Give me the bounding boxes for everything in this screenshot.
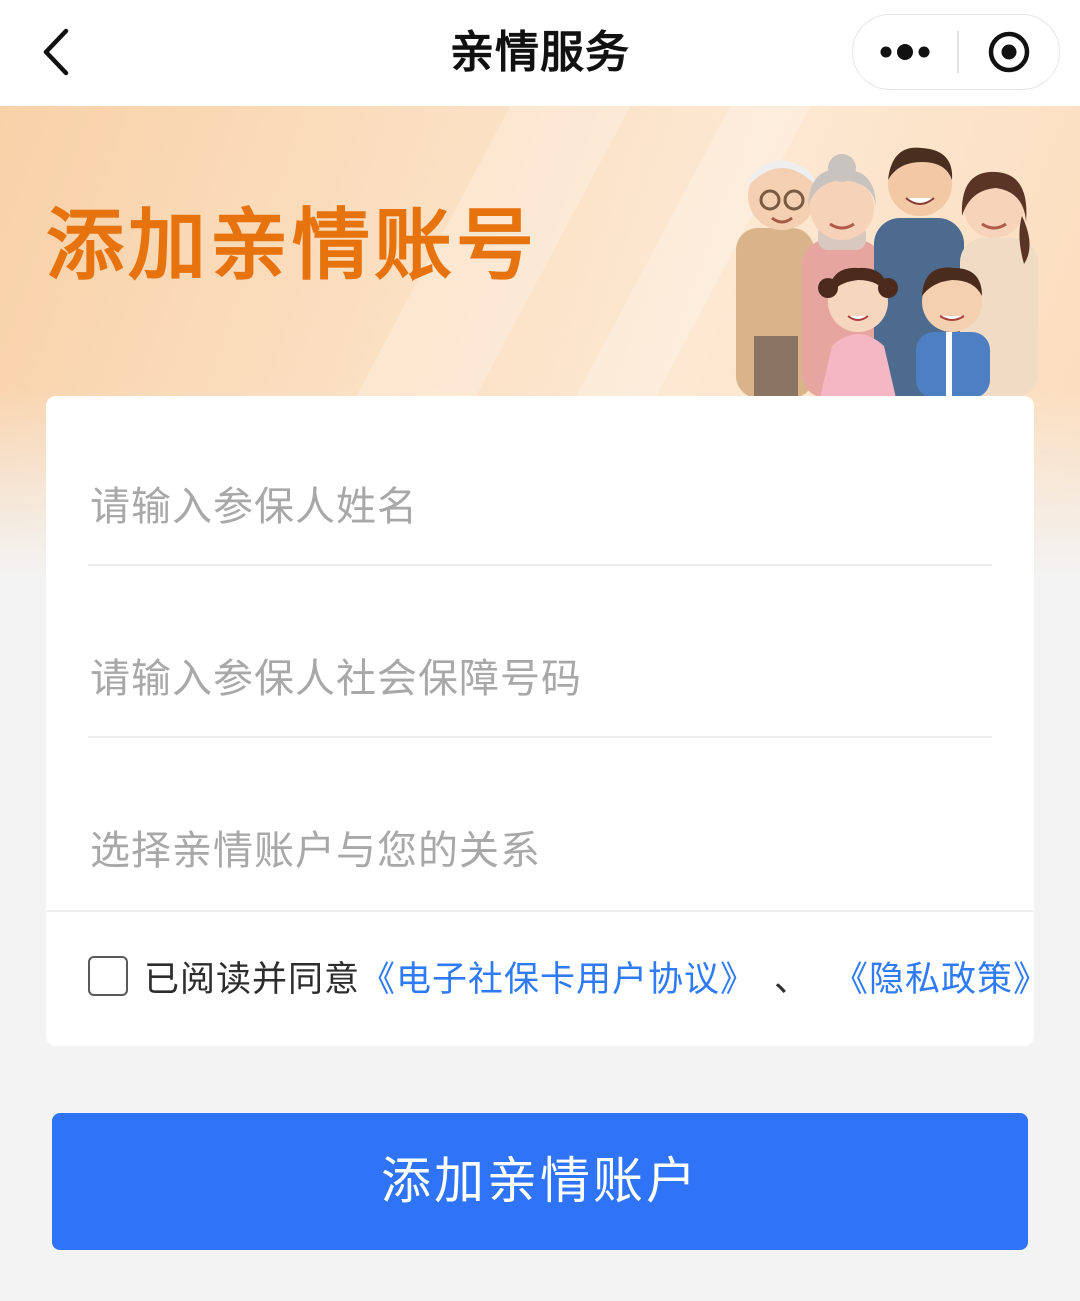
target-close-icon [988,31,1030,72]
field-divider [88,736,992,738]
nav-bar: 亲情服务 [0,0,1080,106]
privacy-policy-link[interactable]: 《隐私政策》 [833,951,1049,1002]
name-placeholder: 请输入参保人姓名 [90,484,418,530]
social-security-number-input[interactable]: 请输入参保人社会保障号码 [88,568,992,738]
relation-placeholder: 选择亲情账户与您的关系 [90,828,541,874]
more-button[interactable] [853,15,957,88]
user-agreement-link[interactable]: 《电子社保卡用户协议》 [360,951,756,1002]
agreement-separator: 、 [774,959,810,1000]
banner-title: 添加亲情账号 [46,201,539,291]
relationship-select[interactable]: 选择亲情账户与您的关系 [88,740,992,910]
field-divider [88,564,992,566]
agreement-row: 已阅读并同意 《电子社保卡用户协议》 、 《隐私政策》 [88,952,1049,1000]
card-divider [46,910,1034,912]
form-card: 请输入参保人姓名 请输入参保人社会保障号码 选择亲情账户与您的关系 已阅读并同意… [46,396,1048,1046]
id-placeholder: 请输入参保人社会保障号码 [90,656,582,702]
name-input[interactable]: 请输入参保人姓名 [88,396,992,566]
add-family-account-button[interactable]: 添加亲情账户 [52,1113,1028,1250]
mini-program-capsule [852,14,1060,90]
close-miniprogram-button[interactable] [959,15,1059,88]
agreement-checkbox[interactable] [88,956,128,996]
agreement-prefix: 已阅读并同意 [144,959,361,1000]
family-illustration [736,147,1038,398]
more-dots-icon [880,43,930,60]
